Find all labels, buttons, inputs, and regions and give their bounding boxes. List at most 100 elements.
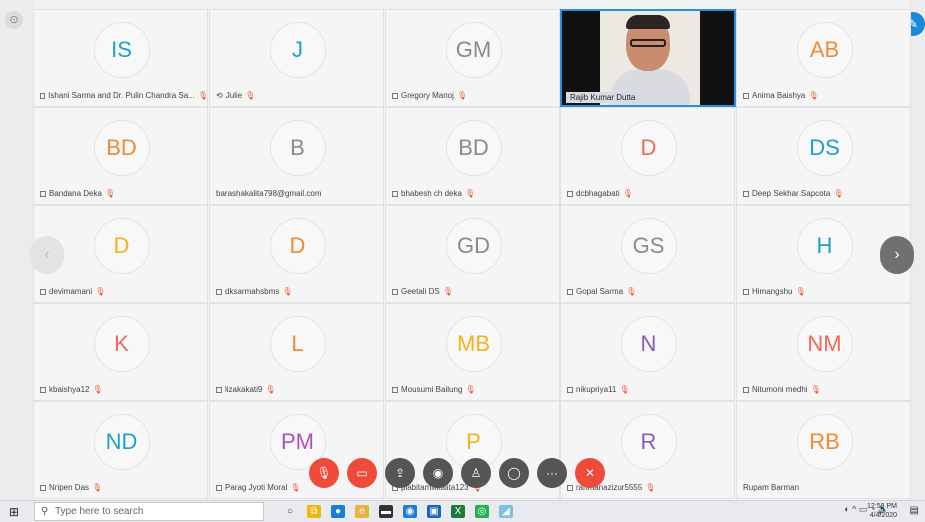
muted-mic-icon: 🎙 (92, 385, 103, 394)
participants-button[interactable]: ♙ (461, 458, 491, 488)
participant-label: Bandana Deka 🎙 (40, 189, 115, 198)
meeting-window: ⊙ ▪▪ ✎ ISIshani Sarma and Dr. Pulin Chan… (0, 0, 925, 500)
muted-mic-icon: 🎙 (645, 483, 656, 492)
device-icon (40, 484, 46, 491)
participant-avatar: D (269, 218, 326, 274)
participant-tile[interactable]: Nnikupriya11 🎙 (560, 303, 735, 401)
device-icon (40, 190, 46, 197)
file-explorer-icon[interactable]: e (355, 505, 369, 518)
participant-tile[interactable]: MB Mousumi Bailung 🎙 (385, 303, 560, 401)
participant-avatar: GD (445, 218, 502, 274)
windows-taskbar: ⊞ ⚲ Type here to search ○ ⧉ ● e ▬ ◉ ▣ X ◎ ◢ ◐ ^ ▭… (0, 500, 925, 522)
participant-avatar: K (93, 316, 150, 372)
close-icon: ✕ (584, 466, 596, 480)
taskbar-search-input[interactable]: ⚲ Type here to search (34, 502, 264, 521)
participant-tile[interactable]: Kkbaishya12 🎙 (33, 303, 208, 401)
prev-page-button[interactable]: ‹ (30, 236, 64, 274)
participant-name: Gregory Manoj (401, 91, 454, 100)
more-button[interactable]: ··· (537, 458, 567, 488)
muted-mic-icon: 🎙 (626, 287, 637, 296)
search-icon: ⚲ (41, 506, 49, 517)
participant-name: Geetali DS (401, 287, 440, 296)
sync-icon: ⟲ (216, 91, 223, 100)
leave-meeting-button[interactable]: ✕ (575, 458, 605, 488)
participant-name: Deep Sekhar Sapcota (752, 189, 831, 198)
edge-icon[interactable]: ● (331, 505, 345, 518)
participant-label: lizakakati9 🎙 (216, 385, 276, 394)
participant-tile[interactable]: NM Nitumoni medhi 🎙 (736, 303, 911, 401)
participant-avatar: MB (445, 316, 502, 372)
device-icon (743, 190, 749, 197)
device-icon (40, 92, 46, 99)
participant-tile[interactable]: GD Geetali DS 🎙 (385, 205, 560, 303)
notification-icon[interactable]: ▤ (910, 505, 919, 516)
participant-tile[interactable]: BD Bandana Deka 🎙 (33, 107, 208, 205)
participant-tile[interactable]: Bbarashakalita798@gmail.com (209, 107, 384, 205)
clock[interactable]: 12:58 PM 4/4/2020 (867, 502, 897, 520)
muted-mic-icon: 🎙 (95, 287, 106, 296)
participant-name: Julie (225, 91, 243, 100)
participant-tile[interactable]: Llizakakati9 🎙 (209, 303, 384, 401)
participant-name: Mousumi Bailung (401, 385, 463, 394)
participant-tile[interactable]: Ddcbhagabati 🎙 (560, 107, 735, 205)
participant-tile[interactable]: DS Deep Sekhar Sapcota 🎙 (736, 107, 911, 205)
participant-label: Himangshu 🎙 (743, 287, 806, 296)
participant-name: Anima Baishya (752, 91, 806, 100)
mail-icon[interactable]: ◉ (403, 505, 417, 518)
participant-avatar: D (620, 120, 677, 176)
device-icon (216, 386, 222, 393)
participant-tile[interactable]: GS Gopal Sarma 🎙 (560, 205, 735, 303)
participant-label: kbaishya12 🎙 (40, 385, 103, 394)
participant-avatar: R (620, 414, 677, 470)
clock-date: 4/4/2020 (869, 512, 897, 519)
camera-off-button[interactable]: ▭ (347, 458, 377, 488)
device-icon (392, 190, 398, 197)
windows-start-icon[interactable]: ⊞ (9, 505, 19, 519)
muted-mic-icon: 🎙 (282, 287, 293, 296)
next-page-button[interactable]: › (880, 236, 914, 274)
store-icon[interactable]: ▬ (379, 505, 393, 518)
participant-label: Gregory Manoj 🎙 (392, 91, 467, 100)
webex-icon[interactable]: ◎ (475, 505, 489, 518)
device-icon (392, 92, 398, 99)
participant-tile[interactable]: ND Nripen Das 🎙 (33, 401, 208, 499)
paint-icon[interactable]: ◢ (499, 505, 513, 518)
participant-name: barashakalita798@gmail.com (216, 189, 322, 198)
outlook-icon[interactable]: ▣ (427, 505, 441, 518)
person-hair (626, 15, 670, 29)
participant-tile[interactable]: GM Gregory Manoj 🎙 (385, 9, 560, 107)
mute-mic-button[interactable]: 🎙 (309, 458, 339, 488)
muted-mic-icon: 🎙 (265, 385, 276, 394)
participant-tile[interactable]: IS Ishani Sarma and Dr. Pulin Chandra Sa.… (33, 9, 208, 107)
share-screen-button[interactable]: ⇪ (385, 458, 415, 488)
participant-avatar: BD (93, 120, 150, 176)
participant-name: lizakakati9 (225, 385, 263, 394)
participant-tile[interactable]: J ⟲ Julie 🎙 (209, 9, 384, 107)
participant-name: devimamani (49, 287, 93, 296)
excel-icon[interactable]: X (451, 505, 465, 518)
muted-mic-icon: 🎙 (245, 91, 256, 100)
muted-mic-icon: 🎙 (465, 385, 476, 394)
participant-avatar: L (269, 316, 326, 372)
participant-tile[interactable]: Ddksarmahsbms 🎙 (209, 205, 384, 303)
share-icon: ⇪ (394, 466, 406, 480)
participant-label: bhabesh ch deka 🎙 (392, 189, 475, 198)
chat-button[interactable]: ◯ (499, 458, 529, 488)
task-view-icon[interactable]: ○ (283, 505, 297, 518)
record-button[interactable]: ◉ (423, 458, 453, 488)
participant-avatar: D (93, 218, 150, 274)
participant-name: Gopal Sarma (576, 287, 624, 296)
video-tile[interactable]: Rajib Kumar Dutta (560, 9, 736, 107)
info-button[interactable]: ⊙ (5, 11, 23, 29)
participant-tile[interactable]: AB Anima Baishya 🎙 (736, 9, 911, 107)
participant-tile[interactable]: RB Rupam Barman (736, 401, 911, 499)
participant-name: Rajib Kumar Dutta (566, 92, 640, 103)
participant-avatar: DS (796, 120, 853, 176)
chrome-icon[interactable]: ⧉ (307, 505, 321, 518)
camera-off-icon: ▭ (356, 466, 368, 480)
participant-tile[interactable]: BD bhabesh ch deka 🎙 (385, 107, 560, 205)
muted-mic-icon: 🎙 (833, 189, 844, 198)
participant-avatar: BD (445, 120, 502, 176)
participant-label: dksarmahsbms 🎙 (216, 287, 292, 296)
participant-label: Deep Sekhar Sapcota 🎙 (743, 189, 843, 198)
